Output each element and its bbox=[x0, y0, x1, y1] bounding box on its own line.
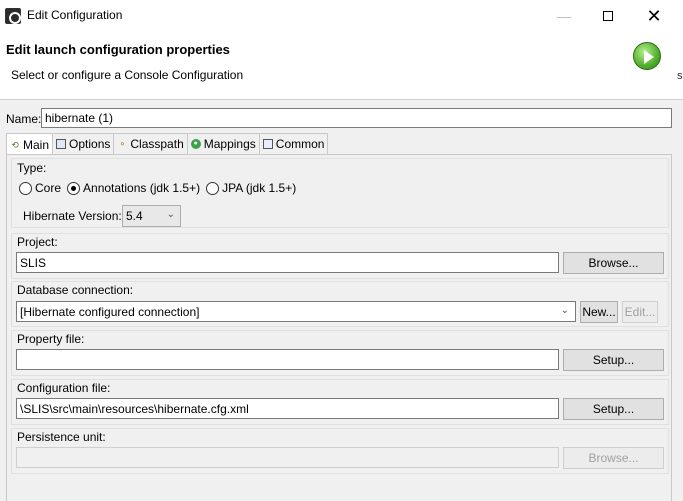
chevron-down-icon: ⌄ bbox=[166, 209, 175, 220]
close-icon: ✕ bbox=[646, 5, 662, 26]
persistence-unit-group: Persistence unit: Browse... bbox=[11, 428, 669, 474]
tab-classpath[interactable]: ⚬ Classpath bbox=[113, 133, 188, 154]
radio-annotations[interactable]: Annotations (jdk 1.5+) bbox=[67, 181, 200, 195]
options-tab-icon bbox=[56, 139, 67, 149]
tab-options-label: Options bbox=[69, 137, 111, 151]
radio-annotations-circle[interactable] bbox=[67, 181, 81, 195]
title-bar: Edit Configuration — ✕ bbox=[0, 0, 683, 31]
header-message: Select or configure a Console Configurat… bbox=[11, 68, 244, 82]
tab-common[interactable]: Common bbox=[258, 133, 329, 154]
configuration-file-label: Configuration file: bbox=[17, 381, 111, 395]
mappings-tab-icon: ● bbox=[190, 139, 201, 149]
hibernate-version-value: 5.4 bbox=[126, 209, 143, 223]
configuration-file-setup-button[interactable]: Setup... bbox=[563, 398, 664, 420]
tab-main[interactable]: ⟲ Main bbox=[6, 133, 54, 155]
database-connection-select[interactable]: [Hibernate configured connection] ⌄ bbox=[16, 301, 576, 322]
tab-bar: ⟲ Main Options ⚬ Classpath ● Mappings Co… bbox=[6, 133, 329, 155]
hibernate-version-select[interactable]: 5.4 ⌄ bbox=[122, 205, 181, 227]
radio-jpa[interactable]: JPA (jdk 1.5+) bbox=[206, 181, 296, 195]
persistence-unit-label: Persistence unit: bbox=[17, 430, 106, 444]
property-file-input[interactable] bbox=[16, 349, 559, 370]
property-file-setup-button[interactable]: Setup... bbox=[563, 349, 664, 371]
project-browse-button[interactable]: Browse... bbox=[563, 252, 664, 274]
classpath-tab-icon: ⚬ bbox=[118, 139, 127, 149]
property-file-label: Property file: bbox=[17, 332, 85, 346]
configuration-file-input[interactable]: \SLIS\src\main\resources\hibernate.cfg.x… bbox=[16, 398, 559, 419]
project-group: Project: SLIS Browse... bbox=[11, 233, 669, 279]
main-tab-panel: Type: Core Annotations (jdk 1.5+) JPA (j… bbox=[6, 154, 672, 501]
database-connection-label: Database connection: bbox=[17, 283, 134, 297]
maximize-button[interactable] bbox=[585, 0, 631, 31]
window-title: Edit Configuration bbox=[27, 8, 123, 22]
tab-mappings-label: Mappings bbox=[203, 137, 256, 151]
project-label: Project: bbox=[17, 235, 58, 249]
run-icon bbox=[633, 42, 661, 70]
persistence-unit-browse-button: Browse... bbox=[563, 447, 664, 469]
eclipse-app-icon bbox=[5, 8, 21, 24]
type-group: Type: Core Annotations (jdk 1.5+) JPA (j… bbox=[11, 158, 669, 228]
radio-annotations-label: Annotations (jdk 1.5+) bbox=[83, 181, 201, 195]
minimize-icon: — bbox=[557, 7, 571, 24]
radio-jpa-label: JPA (jdk 1.5+) bbox=[222, 181, 297, 195]
tab-main-label: Main bbox=[23, 137, 50, 152]
name-label: Name: bbox=[6, 112, 42, 126]
edit-connection-button[interactable]: Edit... bbox=[622, 301, 658, 323]
dialog-body: Name: hibernate (1) ⟲ Main Options ⚬ Cla… bbox=[0, 101, 683, 501]
type-label: Type: bbox=[17, 161, 47, 175]
tab-common-label: Common bbox=[275, 137, 325, 151]
type-radio-row: Core Annotations (jdk 1.5+) JPA (jdk 1.5… bbox=[19, 181, 302, 195]
common-tab-icon bbox=[262, 139, 273, 149]
tab-options[interactable]: Options bbox=[52, 133, 115, 154]
radio-jpa-circle[interactable] bbox=[206, 181, 220, 195]
header-title: Edit launch configuration properties bbox=[6, 42, 230, 57]
hibernate-version-label: Hibernate Version: bbox=[23, 209, 122, 223]
minimize-button[interactable]: — bbox=[541, 0, 587, 31]
name-input[interactable]: hibernate (1) bbox=[41, 108, 672, 128]
dialog-header: Edit launch configuration properties Sel… bbox=[0, 31, 683, 100]
project-input[interactable]: SLIS bbox=[16, 252, 559, 273]
maximize-icon bbox=[603, 10, 613, 21]
database-connection-group: Database connection: [Hibernate configur… bbox=[11, 281, 669, 327]
close-button[interactable]: ✕ bbox=[631, 0, 677, 31]
configuration-file-group: Configuration file: \SLIS\src\main\resou… bbox=[11, 379, 669, 425]
persistence-unit-input bbox=[16, 447, 559, 468]
tab-classpath-label: Classpath bbox=[130, 137, 184, 151]
main-tab-icon: ⟲ bbox=[11, 139, 19, 150]
chevron-down-icon: ⌄ bbox=[560, 305, 569, 316]
new-connection-button[interactable]: New... bbox=[580, 301, 618, 323]
radio-core-circle[interactable] bbox=[19, 181, 32, 195]
database-connection-value: [Hibernate configured connection] bbox=[20, 305, 200, 319]
header-edge-text: s bbox=[677, 70, 683, 82]
radio-core-label: Core bbox=[35, 181, 62, 195]
name-row: Name: bbox=[6, 109, 44, 129]
radio-core[interactable]: Core bbox=[19, 181, 61, 195]
tab-mappings[interactable]: ● Mappings bbox=[186, 133, 260, 154]
property-file-group: Property file: Setup... bbox=[11, 330, 669, 376]
